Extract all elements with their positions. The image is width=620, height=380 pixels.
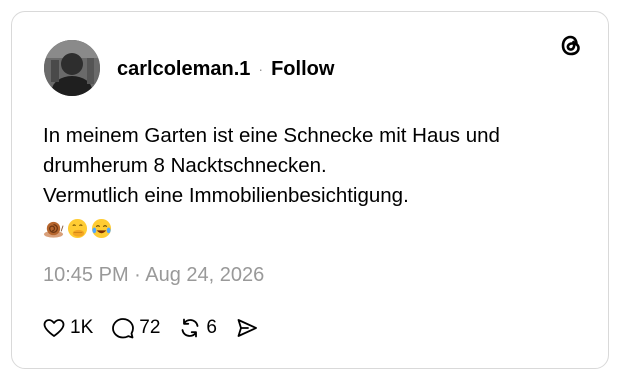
username[interactable]: carlcoleman.1 — [117, 58, 250, 81]
like-count: 1K — [70, 317, 94, 338]
repost-button[interactable]: 6 — [178, 316, 217, 340]
post-timestamp[interactable]: 10:45 PM · Aug 24, 2026 — [43, 264, 264, 287]
comment-bubble-icon — [112, 318, 135, 339]
post-text-line: drumherum 8 Nacktschnecken. — [43, 154, 327, 177]
follow-button[interactable]: Follow — [271, 58, 334, 81]
avatar-photo — [44, 40, 100, 96]
share-button[interactable] — [235, 316, 259, 340]
like-button[interactable]: 1K — [42, 316, 93, 340]
avatar[interactable] — [44, 40, 100, 96]
repost-icon — [181, 318, 199, 338]
post-text-line: In meinem Garten ist eine Schnecke mit H… — [43, 124, 500, 147]
threads-post-card: carlcoleman.1 · Follow In meinem Garten … — [11, 11, 609, 369]
post-text-line: Vermutlich eine Immobilienbesichtigung. — [43, 184, 409, 207]
post-actions: 1K 72 6 — [42, 314, 277, 342]
reply-count: 72 — [139, 317, 161, 338]
share-icon — [237, 319, 257, 337]
heart-icon — [43, 319, 65, 337]
reply-button[interactable]: 72 — [111, 316, 160, 340]
hand-over-mouth-emoji — [67, 218, 88, 238]
threads-logo-icon[interactable] — [557, 31, 585, 59]
post-header: carlcoleman.1 · Follow — [117, 57, 334, 81]
snail-emoji — [43, 221, 64, 238]
separator-dot: · — [258, 61, 264, 77]
emoji-row — [43, 215, 112, 241]
post-text: In meinem Garten ist eine Schnecke mit H… — [43, 121, 588, 211]
repost-count: 6 — [206, 317, 217, 338]
tears-of-joy-emoji — [91, 218, 112, 238]
